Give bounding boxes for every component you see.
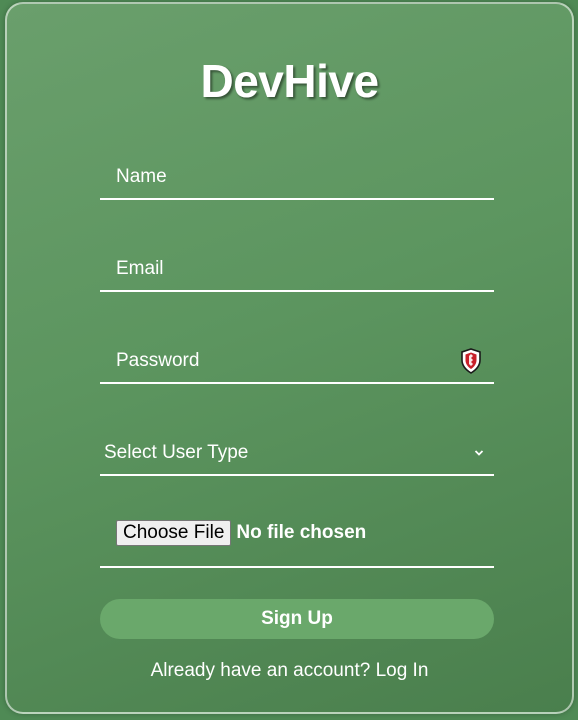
- password-field: [100, 328, 494, 384]
- signup-card: DevHive Select User Type Choose File No …: [5, 2, 574, 714]
- name-input[interactable]: [100, 144, 494, 198]
- login-prompt: Already have an account? Log In: [7, 660, 572, 682]
- login-link[interactable]: Log In: [376, 660, 429, 681]
- file-upload-field: Choose File No file chosen: [100, 512, 494, 568]
- file-status-text: No file chosen: [236, 522, 367, 543]
- name-field: [100, 144, 494, 200]
- chevron-down-icon: [474, 450, 484, 456]
- sign-up-button[interactable]: Sign Up: [100, 599, 494, 639]
- email-field: [100, 236, 494, 292]
- password-input[interactable]: [100, 328, 494, 382]
- choose-file-button[interactable]: Choose File: [116, 520, 232, 546]
- user-type-value: Select User Type: [104, 442, 249, 463]
- user-type-field: Select User Type: [100, 420, 494, 476]
- password-manager-shield-icon[interactable]: [460, 348, 482, 374]
- login-prompt-text: Already have an account?: [150, 660, 371, 681]
- app-title: DevHive: [200, 55, 379, 107]
- user-type-select[interactable]: Select User Type: [100, 420, 494, 474]
- file-input: Choose File No file chosen: [116, 520, 366, 546]
- email-input[interactable]: [100, 236, 494, 290]
